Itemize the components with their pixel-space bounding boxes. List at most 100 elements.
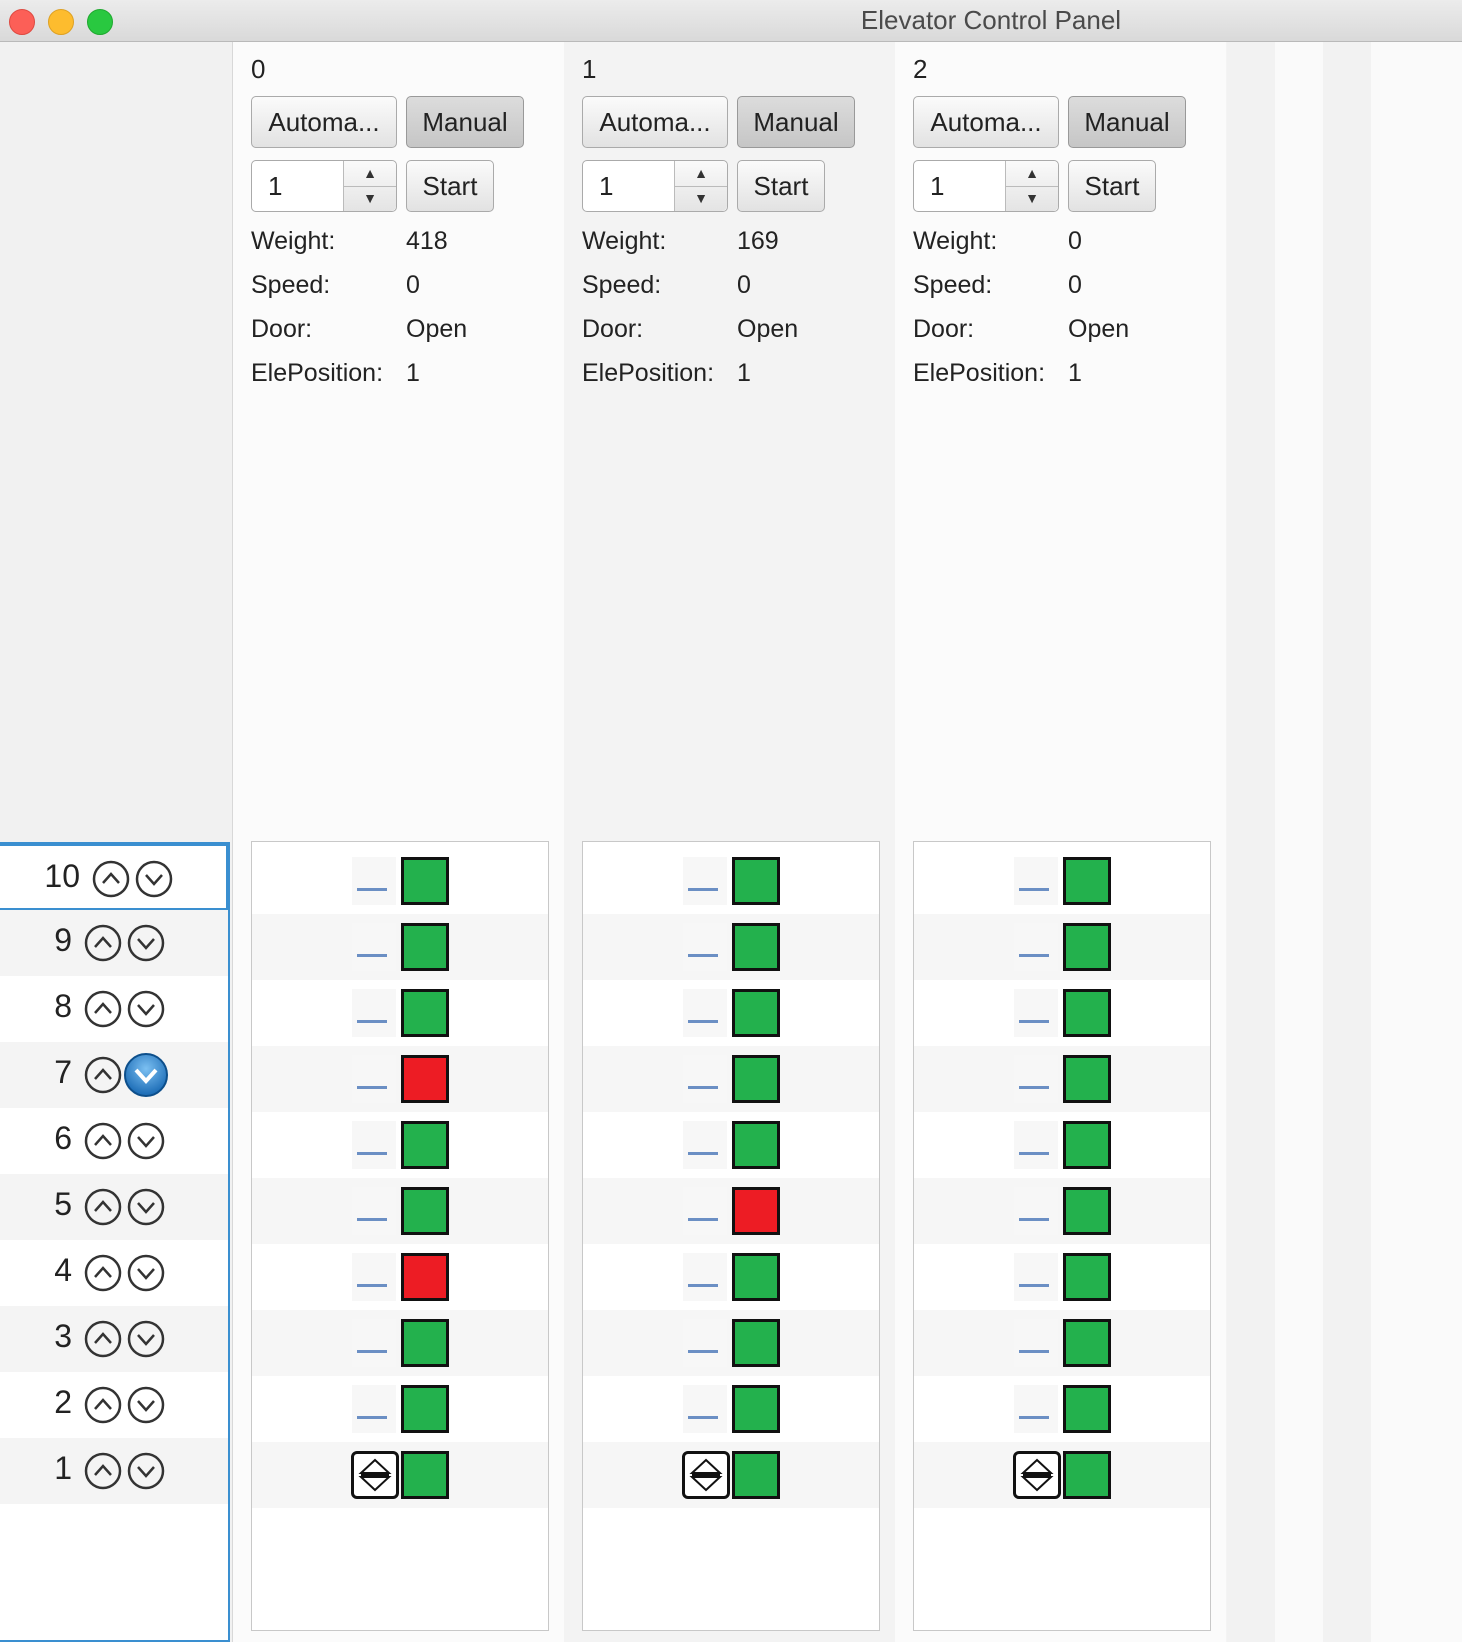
- down-call-icon[interactable]: [127, 1122, 165, 1160]
- window-title-bar: Elevator Control Panel: [0, 0, 1462, 42]
- shaft-row: [914, 1112, 1210, 1178]
- floor-marker: [352, 923, 396, 971]
- dash-icon: [1019, 1086, 1049, 1089]
- manual-button[interactable]: Manual: [406, 96, 524, 148]
- spinner-up-icon[interactable]: ▲: [344, 161, 396, 187]
- floor-lamp-green: [1063, 1055, 1111, 1103]
- floor-marker: [1014, 1253, 1058, 1301]
- floor-number: 8: [54, 988, 72, 1024]
- down-call-icon[interactable]: [127, 1188, 165, 1226]
- floor-lamp-green: [1063, 1451, 1111, 1499]
- shaft-row: [252, 1244, 548, 1310]
- shaft-row: [914, 1244, 1210, 1310]
- down-call-icon[interactable]: [127, 1386, 165, 1424]
- up-call-icon[interactable]: [84, 1056, 122, 1094]
- up-call-icon[interactable]: [84, 1254, 122, 1292]
- dash-icon: [688, 888, 718, 891]
- up-call-icon[interactable]: [84, 924, 122, 962]
- shaft-row: [914, 914, 1210, 980]
- down-call-icon[interactable]: [127, 1254, 165, 1292]
- down-call-icon[interactable]: [123, 1052, 169, 1098]
- floor-marker: [352, 1253, 396, 1301]
- up-call-icon[interactable]: [84, 1188, 122, 1226]
- floor-number: 1: [54, 1450, 72, 1486]
- dash-icon: [1019, 954, 1049, 957]
- shaft-row: [583, 1376, 879, 1442]
- manual-button[interactable]: Manual: [737, 96, 855, 148]
- floor-number: 2: [54, 1384, 72, 1420]
- elevator-cabin-icon: [351, 1451, 399, 1499]
- floor-number: 3: [54, 1318, 72, 1354]
- floor-lamp-green: [401, 1319, 449, 1367]
- spinner-up-icon[interactable]: ▲: [1006, 161, 1058, 187]
- shaft-row: [252, 1442, 548, 1508]
- floor-lamp-red: [401, 1055, 449, 1103]
- up-call-icon[interactable]: [92, 860, 130, 898]
- automatic-button[interactable]: Automa...: [582, 96, 728, 148]
- floor-lamp-green: [1063, 1385, 1111, 1433]
- down-call-icon[interactable]: [135, 860, 173, 898]
- automatic-button[interactable]: Automa...: [251, 96, 397, 148]
- floor-marker: [352, 1319, 396, 1367]
- start-button[interactable]: Start: [406, 160, 494, 212]
- floor-call-panel: 10 9 8 7 6 5 4 3 2 1: [0, 842, 230, 1642]
- floor-spinner-value[interactable]: 1: [930, 161, 944, 211]
- floor-marker: [1014, 923, 1058, 971]
- floor-spinner-value[interactable]: 1: [268, 161, 282, 211]
- shaft-row: [252, 1046, 548, 1112]
- up-call-icon[interactable]: [84, 1122, 122, 1160]
- down-call-icon[interactable]: [127, 924, 165, 962]
- up-call-icon[interactable]: [84, 1452, 122, 1490]
- start-button[interactable]: Start: [737, 160, 825, 212]
- floor-marker: [352, 1055, 396, 1103]
- floor-lamp-red: [732, 1187, 780, 1235]
- floor-number: 7: [54, 1054, 72, 1090]
- floor-marker: [1014, 857, 1058, 905]
- floor-spinner-value[interactable]: 1: [599, 161, 613, 211]
- manual-button[interactable]: Manual: [1068, 96, 1186, 148]
- stripe: [1227, 42, 1275, 1642]
- dash-icon: [357, 1416, 387, 1419]
- position-label: ElePosition:: [913, 359, 1046, 387]
- floor-marker: [352, 1121, 396, 1169]
- start-button[interactable]: Start: [1068, 160, 1156, 212]
- dash-icon: [688, 1218, 718, 1221]
- position-value: 1: [1068, 359, 1082, 387]
- floor-lamp-green: [401, 923, 449, 971]
- floor-spinner[interactable]: 1 ▲ ▼: [913, 160, 1059, 212]
- floor-marker: [352, 989, 396, 1037]
- up-call-icon[interactable]: [84, 990, 122, 1028]
- down-call-icon[interactable]: [127, 990, 165, 1028]
- shaft-row: [914, 980, 1210, 1046]
- speed-value: 0: [1068, 271, 1082, 299]
- dash-icon: [357, 1152, 387, 1155]
- spinner-down-icon[interactable]: ▼: [1006, 186, 1058, 211]
- up-call-icon[interactable]: [84, 1386, 122, 1424]
- up-call-icon[interactable]: [84, 1320, 122, 1358]
- floor-marker: [352, 857, 396, 905]
- floor-number: 10: [44, 858, 80, 894]
- spinner-down-icon[interactable]: ▼: [675, 186, 727, 211]
- dash-icon: [1019, 1350, 1049, 1353]
- automatic-button[interactable]: Automa...: [913, 96, 1059, 148]
- floor-spinner[interactable]: 1 ▲ ▼: [582, 160, 728, 212]
- shaft-row: [583, 1178, 879, 1244]
- floor-lamp-green: [1063, 1121, 1111, 1169]
- spinner-buttons: ▲ ▼: [1005, 161, 1058, 211]
- floor-marker: [1014, 1121, 1058, 1169]
- spinner-up-icon[interactable]: ▲: [675, 161, 727, 187]
- door-label: Door:: [913, 315, 975, 343]
- speed-label: Speed:: [582, 271, 662, 299]
- door-label: Door:: [251, 315, 313, 343]
- speed-label: Speed:: [913, 271, 993, 299]
- shaft-row: [583, 1046, 879, 1112]
- floor-spinner[interactable]: 1 ▲ ▼: [251, 160, 397, 212]
- speed-value: 0: [737, 271, 751, 299]
- down-call-icon[interactable]: [127, 1320, 165, 1358]
- down-call-icon[interactable]: [127, 1452, 165, 1490]
- door-label: Door:: [582, 315, 644, 343]
- dash-icon: [1019, 1020, 1049, 1023]
- spinner-down-icon[interactable]: ▼: [344, 186, 396, 211]
- shaft-row: [914, 848, 1210, 914]
- shaft-row: [914, 1376, 1210, 1442]
